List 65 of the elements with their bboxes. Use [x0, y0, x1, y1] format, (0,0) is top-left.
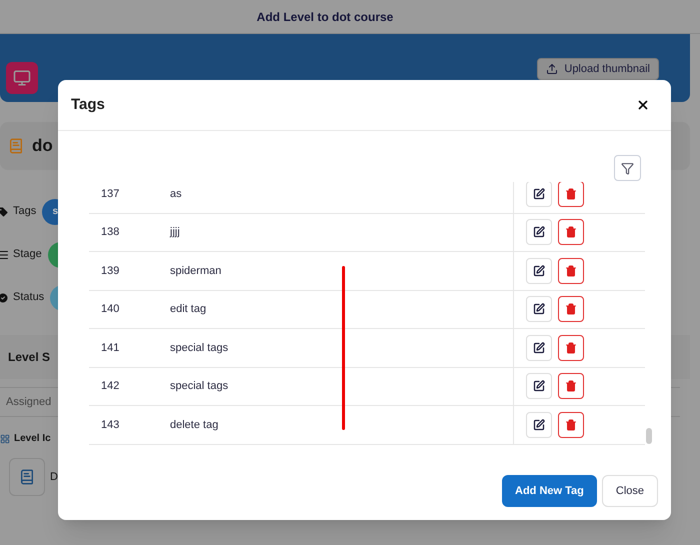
- row-number: 139: [100, 264, 120, 278]
- trash-icon: [565, 303, 577, 316]
- delete-button[interactable]: [558, 412, 584, 438]
- page-title: Add Level to dot course: [256, 8, 394, 26]
- tag-name: delete tag: [170, 418, 220, 432]
- icon-tile[interactable]: [9, 458, 45, 496]
- edit-icon: [533, 264, 545, 277]
- edit-button[interactable]: [526, 334, 552, 361]
- icon-item-label: D: [50, 470, 58, 485]
- tag-name: spiderman: [170, 264, 222, 278]
- field-label: Stage: [13, 247, 42, 262]
- row-number: 142: [100, 379, 120, 394]
- edit-button[interactable]: [526, 258, 552, 284]
- tag-name: jjjj: [170, 225, 181, 240]
- edit-icon: [533, 342, 545, 354]
- row-number: 137: [100, 186, 120, 202]
- tag-name: special tags: [170, 340, 230, 356]
- row-number: 141: [100, 340, 120, 356]
- scrollbar-thumb: [646, 428, 652, 444]
- row-number: 140: [100, 302, 120, 317]
- row-number: 143: [100, 418, 120, 432]
- edit-button[interactable]: [526, 296, 552, 322]
- upload-icon: [546, 63, 558, 75]
- delete-button[interactable]: [558, 182, 584, 207]
- add-tag-button[interactable]: Add New Tag: [502, 475, 597, 507]
- edit-icon: [533, 418, 545, 431]
- tag-name: edit tag: [170, 302, 208, 317]
- delete-button[interactable]: [558, 373, 584, 400]
- menu-icon: [0, 248, 9, 260]
- course-title: do: [32, 135, 53, 158]
- field-label: Status: [13, 290, 44, 306]
- edit-button[interactable]: [526, 412, 552, 438]
- edit-button[interactable]: [526, 373, 552, 400]
- trash-icon: [565, 264, 577, 277]
- edit-icon: [533, 226, 545, 238]
- trash-icon: [565, 380, 577, 392]
- row-number: 138: [100, 225, 120, 240]
- delete-button[interactable]: [558, 258, 584, 284]
- trash-icon: [565, 188, 577, 200]
- delete-button[interactable]: [558, 296, 584, 322]
- delete-button[interactable]: [558, 334, 584, 361]
- grid-icon: [0, 434, 10, 444]
- trash-icon: [565, 418, 577, 431]
- book-icon: [8, 138, 24, 154]
- edit-icon: [533, 380, 545, 392]
- section-title: Level S: [8, 349, 50, 366]
- filter-button[interactable]: [614, 155, 641, 181]
- dialog-title: Tags: [71, 94, 105, 115]
- edit-icon: [533, 303, 545, 316]
- close-icon: [636, 98, 650, 112]
- monitor-icon: [13, 69, 31, 87]
- tag-name: special tags: [170, 379, 230, 394]
- upload-button[interactable]: Upload thumbnail: [537, 58, 659, 80]
- edit-icon: [533, 188, 545, 200]
- field-label: Tags: [13, 204, 36, 220]
- book-icon: [19, 469, 35, 485]
- close-dialog-button[interactable]: Close: [602, 475, 658, 507]
- trash-icon: [565, 342, 577, 354]
- trash-icon: [565, 226, 577, 238]
- level-icon-label: Level Ic: [14, 432, 51, 446]
- edit-button[interactable]: [526, 182, 552, 207]
- filter-icon: [621, 162, 634, 174]
- tag-name: as: [170, 186, 183, 202]
- delete-button[interactable]: [558, 219, 584, 246]
- edit-button[interactable]: [526, 219, 552, 246]
